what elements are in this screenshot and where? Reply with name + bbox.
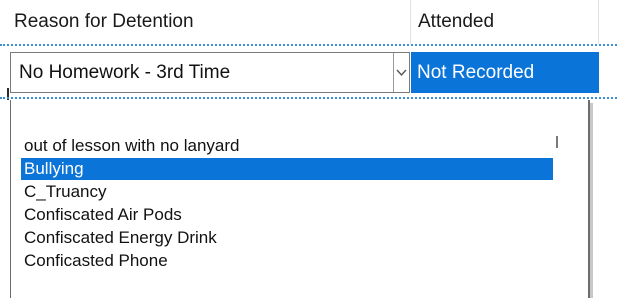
list-item[interactable]: Confiscated Energy Drink — [21, 227, 553, 249]
column-divider[interactable] — [598, 0, 599, 44]
row-gridline — [0, 97, 617, 99]
list-item[interactable]: Confiscated Air Pods — [21, 204, 553, 226]
list-item[interactable]: C_Truancy — [21, 181, 553, 203]
scrollbar-thumb[interactable] — [556, 136, 558, 148]
grid-header: Reason for Detention Attended — [0, 0, 617, 46]
attended-cell[interactable]: Not Recorded — [411, 52, 599, 93]
column-header-reason[interactable]: Reason for Detention — [14, 0, 194, 44]
reason-combobox[interactable]: No Homework - 3rd Time — [10, 52, 410, 93]
column-divider[interactable] — [410, 0, 411, 44]
list-item-selected[interactable]: Bullying — [21, 158, 553, 180]
list-item[interactable]: out of lesson with no lanyard — [21, 135, 553, 157]
chevron-down-icon — [396, 69, 407, 77]
column-header-attended[interactable]: Attended — [418, 0, 494, 44]
reason-dropdown-list[interactable]: out of lesson with no lanyard Bullying C… — [10, 100, 590, 298]
dropdown-toggle-button[interactable] — [393, 53, 409, 92]
list-item[interactable]: Conficasted Phone — [21, 250, 553, 272]
detention-grid-window: Reason for Detention Attended No Homewor… — [0, 0, 617, 298]
reason-combobox-value: No Homework - 3rd Time — [19, 62, 231, 83]
